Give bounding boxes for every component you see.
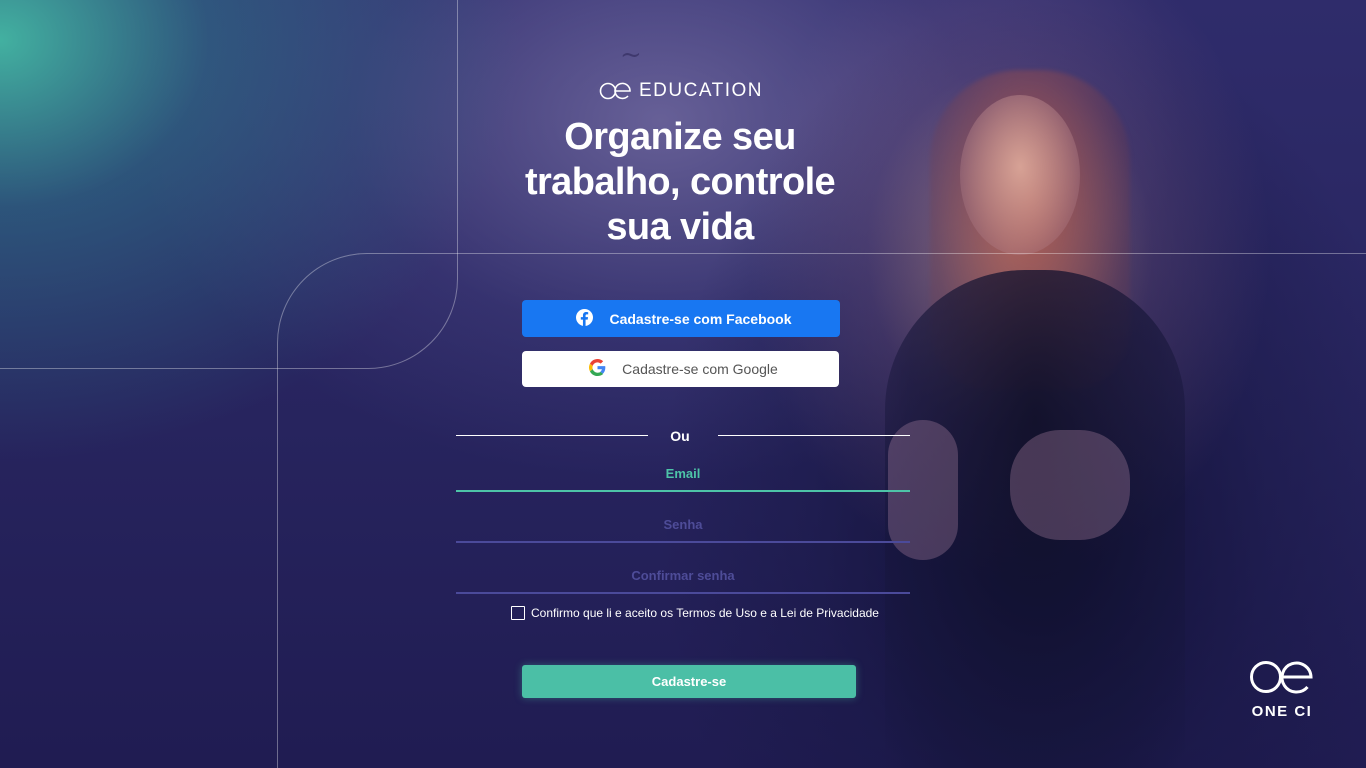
one-ci-logo-text: ONE CI — [1251, 703, 1313, 720]
confirm-password-field — [456, 558, 910, 594]
terms-checkbox[interactable] — [511, 606, 525, 620]
divider-label: Ou — [670, 428, 690, 444]
google-signup-label: Cadastre-se com Google — [622, 361, 778, 377]
google-signup-button[interactable]: Cadastre-se com Google — [522, 351, 839, 387]
page-title: Organize seu trabalho, controle sua vida — [440, 115, 920, 250]
divider-line — [718, 435, 910, 436]
headline-line: sua vida — [606, 206, 754, 248]
headline-line: trabalho, controle — [524, 161, 836, 203]
oe-logo-icon — [599, 82, 633, 100]
oe-logo-icon — [1249, 661, 1315, 700]
one-ci-logo: ONE CI — [1248, 658, 1316, 720]
facebook-signup-label: Cadastre-se com Facebook — [609, 310, 792, 327]
password-input[interactable] — [456, 507, 910, 541]
brand-name: EDUCATION — [639, 80, 763, 101]
facebook-icon — [576, 308, 594, 329]
divider-line — [456, 435, 648, 436]
signup-submit-label: Cadastre-se — [651, 674, 727, 689]
google-icon — [589, 359, 606, 379]
signup-submit-button[interactable]: Cadastre-se — [522, 665, 856, 698]
confirm-password-input[interactable] — [456, 558, 910, 592]
brand: EDUCATION — [0, 80, 1366, 105]
facebook-signup-button[interactable]: Cadastre-se com Facebook — [522, 300, 840, 337]
terms-agreement: Confirmo que li e aceito os Termos de Us… — [511, 606, 879, 620]
headline-line: Organize seu — [564, 116, 796, 158]
terms-label: Confirmo que li e aceito os Termos de Us… — [531, 606, 879, 620]
email-input[interactable] — [456, 456, 910, 490]
background-person-face — [960, 95, 1080, 255]
whiteboard-scribble-image: ~ — [620, 40, 644, 70]
password-field — [456, 507, 910, 543]
email-field — [456, 456, 910, 492]
